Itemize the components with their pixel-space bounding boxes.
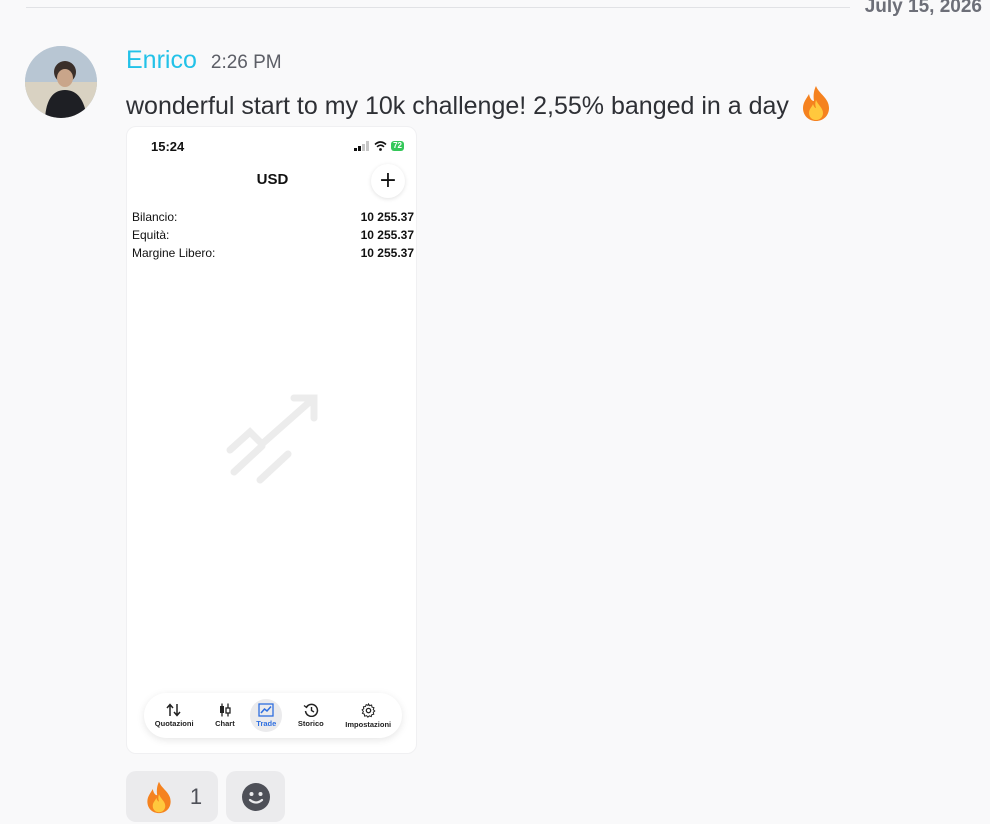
fire-emoji-icon (147, 781, 171, 813)
tab-trade[interactable]: Trade (250, 699, 283, 732)
battery-indicator: 72 (391, 141, 404, 151)
arrows-up-down-icon (166, 703, 181, 717)
status-time: 15:24 (151, 139, 185, 154)
account-row-equity: Equità: 10 255.37 (132, 228, 414, 242)
plus-icon: + (378, 168, 398, 193)
divider-line (26, 7, 850, 8)
tab-impostazioni[interactable]: Impostazioni (339, 699, 397, 733)
balance-label: Bilancio: (132, 210, 178, 224)
username[interactable]: Enrico (126, 46, 197, 75)
status-icons: 72 (354, 141, 404, 151)
wifi-icon (374, 141, 387, 151)
avatar[interactable] (25, 46, 97, 118)
gear-icon (361, 702, 376, 718)
tab-chart[interactable]: Chart (209, 699, 241, 732)
history-clock-icon (303, 703, 318, 717)
account-row-balance: Bilancio: 10 255.37 (132, 210, 414, 224)
image-attachment[interactable]: 15:24 72 USD + Bilancio: 10 255.37 Equit… (126, 126, 417, 754)
reaction-count: 1 (189, 783, 203, 809)
equity-value: 10 255.37 (360, 228, 414, 242)
add-button[interactable]: + (371, 164, 405, 198)
add-reaction-icon (241, 782, 270, 811)
message-header: Enrico 2:26 PM (126, 46, 282, 75)
add-reaction-button[interactable] (226, 771, 285, 822)
account-row-free-margin: Margine Libero: 10 255.37 (132, 246, 414, 260)
date-label: July 15, 2026 (864, 0, 982, 17)
reaction-fire[interactable]: 1 (126, 771, 218, 822)
message-content: wonderful start to my 10k challenge! 2,5… (126, 84, 835, 129)
candlestick-icon (219, 703, 231, 717)
message-timestamp: 2:26 PM (210, 52, 282, 73)
message-text: wonderful start to my 10k challenge! 2,5… (126, 92, 789, 120)
signal-icon (354, 141, 370, 151)
reactions-bar: 1 (126, 771, 285, 822)
bottom-tab-bar: Quotazioni Chart Trade Storico Impostazi… (144, 693, 402, 738)
fire-emoji-icon (797, 84, 835, 129)
tab-quotazioni[interactable]: Quotazioni (149, 699, 200, 732)
balance-value: 10 255.37 (360, 210, 414, 224)
tab-storico[interactable]: Storico (292, 699, 330, 732)
trend-chart-icon (258, 703, 274, 717)
empty-trade-placeholder-icon (222, 392, 322, 491)
free-margin-label: Margine Libero: (132, 246, 216, 260)
free-margin-value: 10 255.37 (360, 246, 414, 260)
equity-label: Equità: (132, 228, 170, 242)
